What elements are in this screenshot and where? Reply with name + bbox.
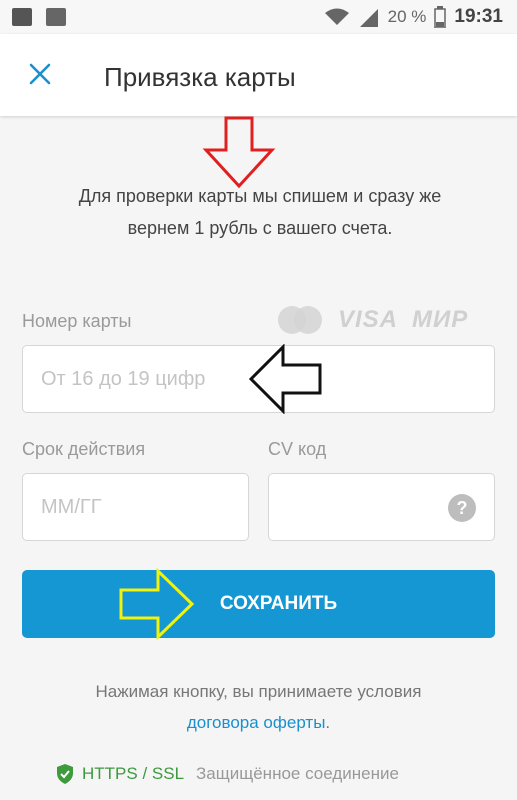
shield-check-icon [57, 764, 73, 784]
battery-icon [434, 6, 447, 28]
terms-suffix: . [325, 713, 331, 732]
status-time: 19:31 [454, 6, 503, 27]
info-line-2: вернем 1 рубль с вашего счета. [127, 218, 393, 238]
offer-link[interactable]: договора оферты [187, 713, 326, 732]
save-button-label: СОХРАНИТЬ [219, 593, 338, 614]
expiry-input[interactable] [23, 474, 248, 540]
black-arrow-left-annotation [248, 344, 322, 414]
terms-line: Нажимая кнопку, вы принимаете условия [95, 682, 422, 701]
expiry-label: Срок действия [22, 439, 146, 459]
status-bar: 20 % 19:31 [0, 0, 517, 34]
status-right: 20 % 19:31 [324, 6, 503, 28]
page-title: Привязка карты [104, 62, 296, 92]
battery-percent: 20 % [387, 7, 427, 26]
cvv-label: CV код [268, 439, 327, 459]
https-label: HTTPS / SSL [82, 764, 185, 783]
cvv-field[interactable]: ? [268, 473, 495, 541]
red-arrow-down-annotation [202, 116, 276, 189]
app-bar: Привязка карты [0, 34, 517, 116]
wifi-icon [324, 8, 349, 25]
mastercard-icon [278, 306, 324, 334]
signal-icon [359, 9, 378, 27]
mir-logo: МИР [412, 306, 469, 333]
close-icon [29, 63, 51, 85]
expiry-field[interactable] [22, 473, 249, 541]
notes-icon [12, 8, 32, 26]
secure-connection: HTTPS / SSL Защищённое соединение [56, 764, 399, 784]
info-line-1: Для проверки карты мы спишем и сразу же [78, 186, 442, 206]
save-button[interactable]: СОХРАНИТЬ [22, 570, 495, 638]
image-icon [46, 8, 66, 26]
verification-info: Для проверки карты мы спишем и сразу же … [40, 180, 480, 244]
status-left [12, 8, 66, 26]
card-brand-logos: VISA МИР [278, 306, 468, 334]
terms-link-line: договора оферты. [30, 707, 487, 738]
visa-logo: VISA [338, 306, 399, 333]
help-icon[interactable]: ? [448, 494, 476, 522]
terms-text: Нажимая кнопку, вы принимаете условия до… [30, 676, 487, 738]
yellow-arrow-right-annotation [119, 568, 195, 640]
secure-connection-text: Защищённое соединение [196, 764, 399, 783]
card-number-label: Номер карты [22, 311, 132, 331]
close-button[interactable] [22, 56, 58, 92]
